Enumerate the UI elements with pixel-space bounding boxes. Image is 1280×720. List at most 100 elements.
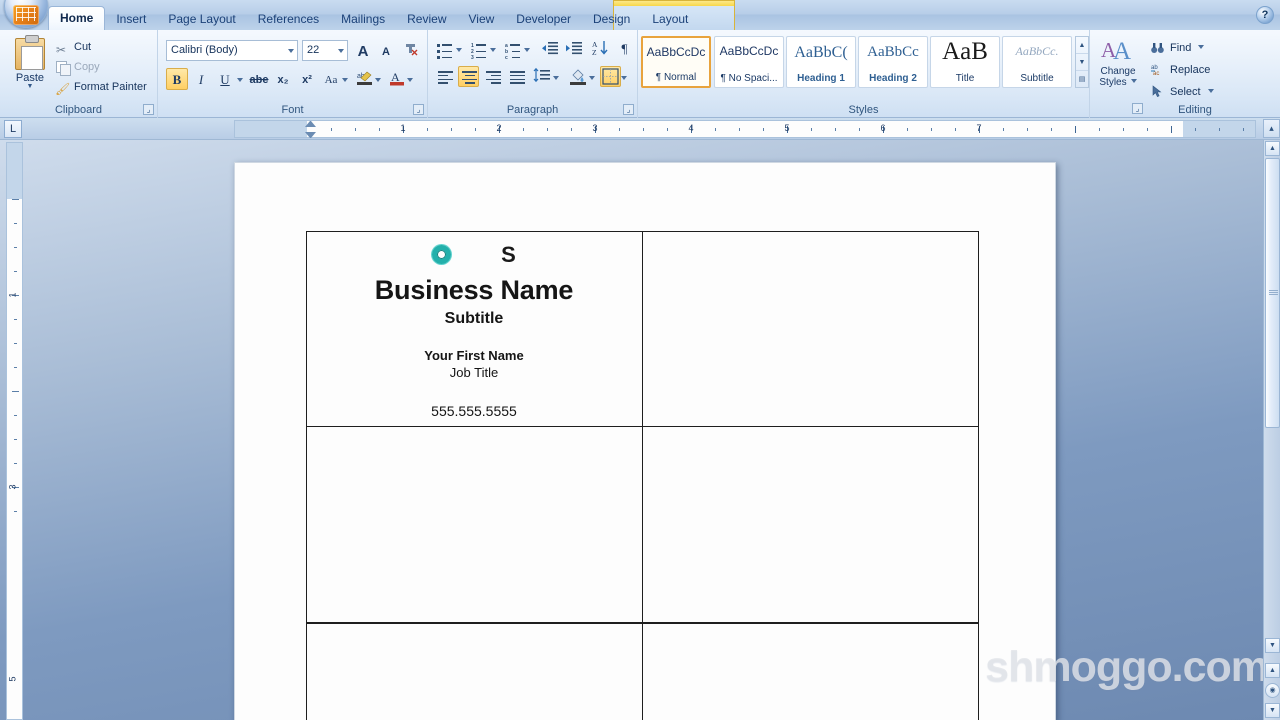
italic-button[interactable]: I (190, 68, 212, 90)
shrink-font-icon[interactable]: A (375, 40, 397, 62)
vertical-scrollbar[interactable]: ▲ ▼ ▲ ◉ ▼ (1263, 140, 1280, 720)
find-chevron-down-icon[interactable] (1198, 45, 1204, 49)
hanging-indent-marker[interactable] (305, 132, 316, 138)
job-title-text[interactable]: Job Title (307, 365, 642, 380)
superscript-button[interactable]: x² (296, 68, 318, 90)
browse-object-button[interactable]: ◉ (1265, 683, 1280, 698)
font-name-input[interactable]: Calibri (Body) (166, 40, 298, 61)
change-case-chevron-down-icon[interactable] (341, 68, 350, 90)
paste-dropdown-arrow-icon[interactable]: ▼ (8, 84, 52, 90)
scroll-up-button[interactable]: ▲ (1265, 141, 1280, 156)
align-left-button[interactable] (434, 66, 455, 87)
styles-more-icon[interactable]: ▤ (1076, 71, 1088, 88)
scroll-down-button[interactable]: ▼ (1265, 638, 1280, 653)
style-no-spacing[interactable]: AaBbCcDc ¶ No Spaci... (714, 36, 784, 88)
clear-formatting-icon[interactable] (400, 40, 422, 62)
align-right-button[interactable] (482, 66, 503, 87)
horizontal-ruler[interactable]: 1234567 (234, 120, 1256, 138)
sort-button[interactable]: A Z (590, 38, 611, 59)
justify-button[interactable] (506, 66, 527, 87)
first-line-indent-marker[interactable] (305, 121, 316, 127)
help-icon[interactable]: ? (1256, 6, 1274, 24)
show-formatting-marks-button[interactable]: ¶ (614, 38, 635, 59)
tab-stop-selector[interactable]: L (4, 120, 22, 138)
style-normal[interactable]: AaBbCcDc ¶ Normal (641, 36, 711, 88)
multilevel-chevron-down-icon[interactable] (523, 38, 532, 60)
business-card-cell-empty[interactable] (642, 231, 979, 427)
document-page[interactable]: S Business Name Subtitle Your First Name… (234, 162, 1056, 720)
shading-button[interactable] (568, 66, 589, 87)
tab-developer[interactable]: Developer (505, 8, 582, 30)
office-button-icon[interactable] (4, 0, 48, 28)
underline-chevron-down-icon[interactable] (236, 68, 245, 90)
font-dialog-launcher-icon[interactable]: ⌟ (413, 104, 424, 115)
numbering-button[interactable]: 123 (468, 38, 489, 59)
font-name-chevron-down-icon[interactable] (288, 49, 294, 53)
styles-gallery-scrollbar[interactable]: ▲ ▼ ▤ (1075, 36, 1089, 88)
tab-view[interactable]: View (458, 8, 506, 30)
business-card-cell-empty[interactable] (306, 426, 643, 623)
style-heading-2[interactable]: AaBbCc Heading 2 (858, 36, 928, 88)
business-card-cell-empty[interactable] (642, 623, 979, 720)
text-highlight-color-icon[interactable]: ab (354, 68, 376, 90)
tab-layout[interactable]: Layout (641, 8, 699, 30)
vertical-ruler[interactable]: 135 (6, 142, 23, 720)
select-button[interactable]: Select (1150, 82, 1214, 102)
change-case-button[interactable]: Aa (320, 68, 342, 90)
copy-button[interactable]: Copy (52, 58, 100, 77)
strikethrough-button[interactable]: abe (248, 68, 270, 90)
shading-chevron-down-icon[interactable] (588, 66, 597, 88)
phone-text[interactable]: 555.555.5555 (307, 403, 642, 419)
tab-mailings[interactable]: Mailings (330, 8, 396, 30)
tab-references[interactable]: References (247, 8, 330, 30)
line-spacing-button[interactable] (532, 66, 553, 87)
font-color-icon[interactable]: A (386, 68, 408, 90)
select-chevron-down-icon[interactable] (1208, 89, 1214, 93)
borders-chevron-down-icon[interactable] (620, 66, 629, 88)
tab-page-layout[interactable]: Page Layout (157, 8, 246, 30)
style-title[interactable]: AaB Title (930, 36, 1000, 88)
tab-review[interactable]: Review (396, 8, 457, 30)
decrease-indent-button[interactable] (540, 38, 561, 59)
grow-font-icon[interactable]: A (352, 40, 374, 62)
styles-scroll-down-icon[interactable]: ▼ (1076, 54, 1088, 71)
person-name-text[interactable]: Your First Name (307, 348, 642, 363)
paste-button[interactable]: Paste ▼ (8, 36, 52, 98)
scrollbar-thumb[interactable] (1265, 158, 1280, 428)
style-heading-1[interactable]: AaBbC( Heading 1 (786, 36, 856, 88)
find-button[interactable]: Find (1150, 38, 1204, 58)
highlight-chevron-down-icon[interactable] (374, 68, 383, 90)
font-size-input[interactable]: 22 (302, 40, 348, 61)
align-center-button[interactable] (458, 66, 479, 87)
business-subtitle-text[interactable]: Subtitle (307, 310, 642, 328)
clipboard-dialog-launcher-icon[interactable]: ⌟ (143, 104, 154, 115)
tab-home[interactable]: Home (48, 6, 105, 30)
business-card-cell-empty[interactable] (306, 623, 643, 720)
business-card-cell-empty[interactable] (642, 426, 979, 623)
paragraph-dialog-launcher-icon[interactable]: ⌟ (623, 104, 634, 115)
tab-design[interactable]: Design (582, 8, 641, 30)
business-card-cell-filled[interactable]: S Business Name Subtitle Your First Name… (306, 231, 643, 427)
increase-indent-button[interactable] (564, 38, 585, 59)
styles-scroll-up-icon[interactable]: ▲ (1076, 37, 1088, 54)
bullets-chevron-down-icon[interactable] (455, 38, 464, 60)
business-card-table[interactable]: S Business Name Subtitle Your First Name… (306, 231, 980, 720)
replace-button[interactable]: ab ac Replace (1150, 60, 1210, 80)
bullets-button[interactable] (434, 38, 455, 59)
bold-button[interactable]: B (166, 68, 188, 90)
business-name-text[interactable]: Business Name (307, 275, 642, 306)
borders-button[interactable] (600, 66, 621, 87)
numbering-chevron-down-icon[interactable] (489, 38, 498, 60)
next-page-button[interactable]: ▼ (1265, 703, 1280, 718)
line-spacing-chevron-down-icon[interactable] (552, 66, 561, 88)
tab-insert[interactable]: Insert (105, 8, 157, 30)
font-color-chevron-down-icon[interactable] (406, 68, 415, 90)
underline-button[interactable]: U (214, 68, 236, 90)
format-painter-button[interactable]: 🖌 Format Painter (52, 78, 147, 97)
previous-page-button[interactable]: ▲ (1265, 663, 1280, 678)
document-canvas[interactable]: S Business Name Subtitle Your First Name… (0, 140, 1280, 720)
multilevel-list-button[interactable]: abc (502, 38, 523, 59)
subscript-button[interactable]: x₂ (272, 68, 294, 90)
font-size-chevron-down-icon[interactable] (338, 49, 344, 53)
split-window-handle[interactable]: ▴ (1263, 119, 1280, 138)
